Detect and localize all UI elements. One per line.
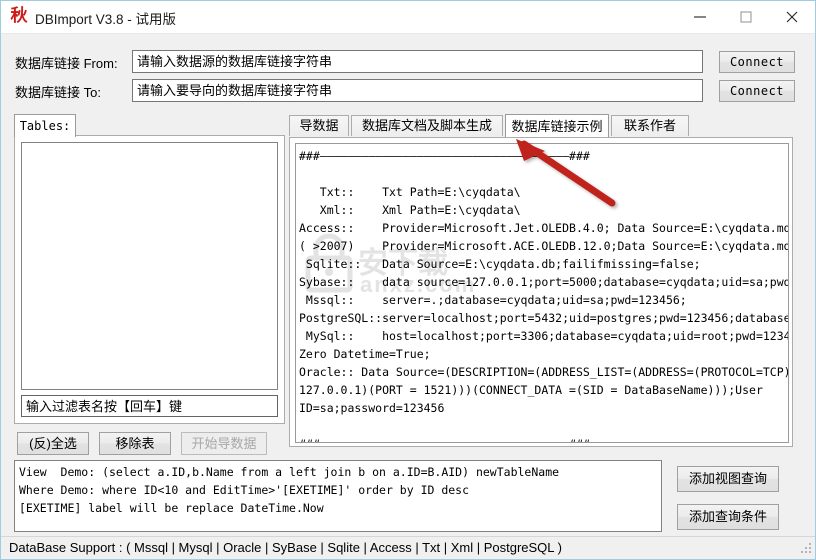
window-title: DBImport V3.8 - 试用版 [35,12,177,27]
app-icon: 秋 [10,6,28,26]
minimize-icon [694,15,706,18]
connection-from-label: 数据库链接 From: [15,56,118,71]
add-view-query-button[interactable]: 添加视图查询 [677,466,779,492]
minimize-button[interactable] [677,1,723,32]
start-import-button[interactable]: 开始导数据 [181,432,267,455]
sql-demo-text: View Demo: (select a.ID,b.Name from a le… [19,465,560,515]
connection-examples-text: ###————————————————————————————————————#… [299,149,789,442]
maximize-button[interactable] [723,1,769,32]
add-query-condition-button[interactable]: 添加查询条件 [677,504,779,530]
tables-tab-strip: Tables: [14,114,285,137]
close-button[interactable] [769,1,815,32]
sql-demo-textbox[interactable]: View Demo: (select a.ID,b.Name from a le… [14,460,662,532]
application-window: 秋 DBImport V3.8 - 试用版 数据库链接 From: Connec… [0,0,816,560]
connection-examples-textbox[interactable]: 安下载 anxz.com ###————————————————————————… [295,143,789,443]
connect-to-button[interactable]: Connect [719,80,795,102]
remove-table-button[interactable]: 移除表 [99,432,171,455]
tab-tables[interactable]: Tables: [14,114,76,137]
main-tab-strip: 导数据 数据库文档及脚本生成 数据库链接示例 联系作者 [289,114,793,138]
tab-doc-script-generate[interactable]: 数据库文档及脚本生成 [351,115,503,136]
title-bar: 秋 DBImport V3.8 - 试用版 [1,1,815,34]
connection-to-input[interactable] [132,79,703,102]
connect-from-button[interactable]: Connect [719,51,795,73]
connection-from-input[interactable] [132,50,703,73]
tab-contact-author[interactable]: 联系作者 [611,115,689,136]
close-icon [786,11,798,22]
resize-grip[interactable] [799,543,812,556]
main-tab-body: 安下载 anxz.com ###————————————————————————… [289,137,793,447]
tables-listbox[interactable] [21,142,278,390]
tables-tab-body [14,135,285,424]
select-all-toggle-button[interactable]: (反)全选 [17,432,89,455]
tab-connection-examples[interactable]: 数据库链接示例 [505,114,609,137]
table-filter-input[interactable] [21,395,278,417]
maximize-icon [740,10,752,23]
status-bar: DataBase Support : ( Mssql | Mysql | Ora… [1,536,815,559]
tab-import-data[interactable]: 导数据 [289,115,349,136]
database-support-text: DataBase Support : ( Mssql | Mysql | Ora… [9,540,562,555]
connection-to-label: 数据库链接 To: [15,85,101,100]
